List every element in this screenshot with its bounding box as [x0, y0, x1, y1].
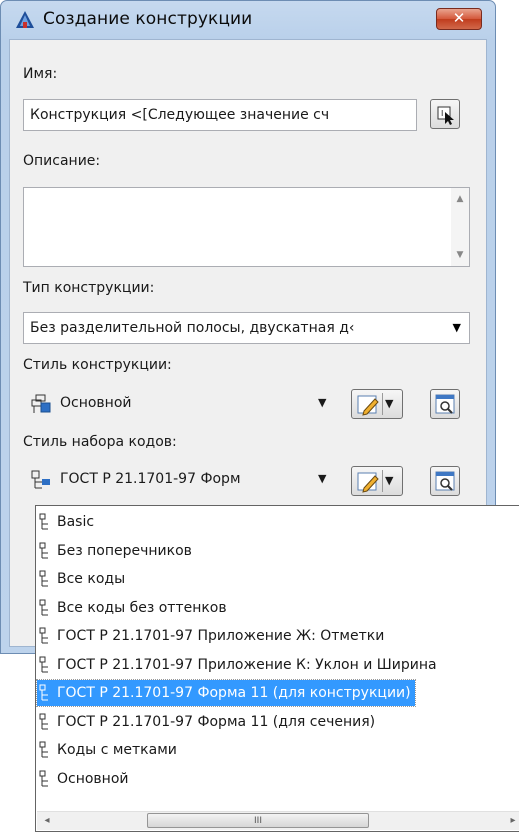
dropdown-item-label: Basic: [57, 514, 95, 530]
codeset-item-icon: [39, 513, 48, 530]
codeset-item-icon: [39, 741, 48, 758]
edit-style-icon: [357, 395, 379, 416]
type-value: Без разделительной полосы, двускатная д‹: [30, 320, 355, 336]
preview-icon: [435, 394, 455, 414]
dropdown-item-label: Все коды: [57, 571, 126, 587]
description-scrollbar[interactable]: ▲ ▼: [451, 188, 469, 266]
edit-style-icon: [357, 472, 379, 493]
scroll-grip: III: [254, 816, 262, 826]
codeset-icon: [31, 470, 50, 489]
codeset-preview-button[interactable]: [430, 466, 460, 496]
codeset-item-icon: [39, 627, 48, 644]
chevron-down-icon: ▼: [318, 472, 327, 485]
chevron-down-icon: ▼: [318, 396, 327, 409]
codeset-item-icon: [39, 542, 48, 558]
style-value: Основной: [60, 395, 132, 411]
scroll-thumb[interactable]: III: [147, 813, 369, 828]
dropdown-item-label: ГОСТ Р 21.1701-97 Приложение К: Уклон и …: [57, 656, 437, 673]
dropdown-item-label: ГОСТ Р 21.1701-97 Приложение Ж: Отметки: [57, 628, 385, 644]
style-preview-button[interactable]: [430, 389, 460, 419]
pick-name-button[interactable]: I: [430, 99, 460, 129]
dropdown-item-label: Коды с метками: [57, 742, 177, 758]
codeset-label: Стиль набора кодов:: [23, 434, 177, 450]
scroll-right-icon[interactable]: ▸: [505, 812, 519, 830]
dropdown-item-label: ГОСТ Р 21.1701-97 Форма 11 (для конструк…: [57, 685, 411, 701]
horizontal-scrollbar[interactable]: ◂ III ▸: [37, 811, 519, 830]
dropdown-item[interactable]: Без поперечников: [37, 538, 196, 564]
codeset-item-icon: [39, 656, 48, 672]
codeset-item-icon: [39, 599, 48, 615]
name-input[interactable]: Конструкция <[Следующее значение сч: [23, 99, 417, 131]
codeset-item-icon: [39, 713, 48, 729]
style-label: Стиль конструкции:: [23, 357, 172, 373]
name-label: Имя:: [23, 66, 58, 82]
style-edit-button[interactable]: ▼: [351, 389, 403, 419]
codeset-select[interactable]: ГОСТ Р 21.1701-97 Форм ▼: [30, 464, 342, 496]
codeset-value: ГОСТ Р 21.1701-97 Форм: [60, 471, 241, 487]
codeset-item-icon: [39, 684, 48, 701]
scroll-left-icon[interactable]: ◂: [39, 812, 55, 830]
preview-icon: [435, 471, 455, 491]
dropdown-item-label: Без поперечников: [57, 542, 192, 559]
dropdown-item[interactable]: Все коды: [37, 566, 129, 592]
dropdown-item-label: Основной: [57, 770, 129, 787]
codeset-item-icon: [39, 570, 48, 587]
description-textarea[interactable]: ▲ ▼: [23, 187, 470, 267]
type-label: Тип конструкции:: [23, 280, 155, 296]
codeset-edit-button[interactable]: ▼: [351, 466, 403, 496]
dropdown-item[interactable]: Basic: [37, 509, 98, 535]
dropdown-item-label: ГОСТ Р 21.1701-97 Форма 11 (для сечения): [57, 713, 376, 730]
description-label: Описание:: [23, 153, 101, 169]
close-button[interactable]: ✕: [436, 8, 482, 30]
dropdown-item[interactable]: Основной: [37, 766, 133, 792]
title-bar[interactable]: Создание конструкции ✕: [1, 1, 495, 39]
codeset-dropdown-list[interactable]: Basic Без поперечников Все коды Все коды бе…: [35, 505, 519, 832]
dropdown-item[interactable]: Коды с метками: [37, 737, 181, 763]
chevron-down-icon: ▼: [452, 321, 461, 334]
dropdown-item-label: Все коды без оттенков: [57, 599, 227, 616]
scroll-down-icon[interactable]: ▼: [451, 250, 469, 260]
svg-text:I: I: [441, 109, 443, 118]
chevron-down-icon[interactable]: ▼: [385, 467, 393, 495]
dropdown-item[interactable]: ГОСТ Р 21.1701-97 Форма 11 (для сечения): [37, 709, 379, 735]
type-select[interactable]: Без разделительной полосы, двускатная д‹…: [23, 312, 470, 344]
codeset-item-icon: [39, 770, 48, 786]
dropdown-item[interactable]: ГОСТ Р 21.1701-97 Приложение Ж: Отметки: [37, 623, 388, 649]
app-icon: [16, 11, 34, 28]
scroll-up-icon[interactable]: ▲: [451, 194, 469, 204]
dropdown-item[interactable]: ГОСТ Р 21.1701-97 Приложение К: Уклон и …: [37, 652, 441, 678]
dropdown-item[interactable]: ГОСТ Р 21.1701-97 Форма 11 (для конструк…: [36, 679, 416, 707]
window-title: Создание конструкции: [43, 9, 253, 29]
construction-style-icon: [31, 394, 51, 413]
chevron-down-icon[interactable]: ▼: [385, 390, 393, 418]
style-select[interactable]: Основной ▼: [30, 388, 342, 420]
name-template-icon: I: [437, 106, 454, 125]
dropdown-item[interactable]: Все коды без оттенков: [37, 595, 231, 621]
